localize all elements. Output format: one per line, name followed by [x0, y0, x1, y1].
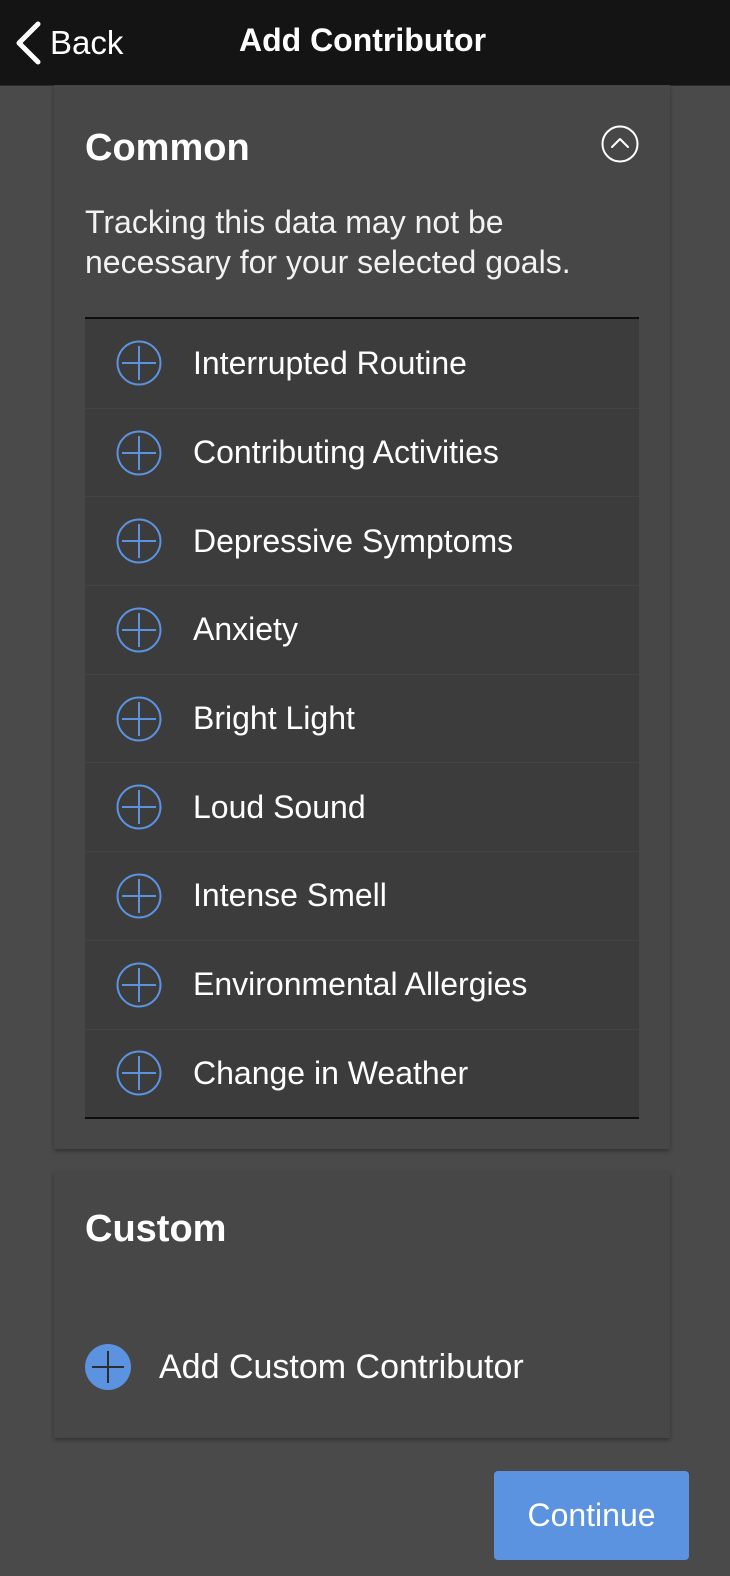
custom-section-title: Custom [85, 1208, 227, 1250]
list-item-interrupted-routine[interactable]: Interrupted Routine [85, 319, 639, 408]
plus-circle-icon [116, 518, 162, 564]
add-custom-contributor-button[interactable]: Add Custom Contributor [85, 1344, 524, 1390]
plus-filled-circle-icon [85, 1344, 131, 1390]
list-item-label: Interrupted Routine [193, 344, 467, 381]
list-item-depressive-symptoms[interactable]: Depressive Symptoms [85, 496, 639, 585]
custom-section-card: Custom Add Custom Contributor [54, 1172, 670, 1438]
list-item-bright-light[interactable]: Bright Light [85, 673, 639, 763]
common-section-description: Tracking this data may not be necessary … [85, 204, 571, 280]
plus-circle-icon [116, 1050, 162, 1096]
add-custom-contributor-label: Add Custom Contributor [159, 1347, 524, 1386]
plus-circle-icon [116, 962, 162, 1008]
list-item-change-in-weather[interactable]: Change in Weather [85, 1028, 639, 1118]
list-item-label: Contributing Activities [193, 434, 499, 471]
collapse-button[interactable] [601, 125, 639, 163]
plus-circle-icon [116, 607, 162, 653]
plus-circle-icon [116, 430, 162, 476]
list-item-label: Intense Smell [193, 877, 387, 914]
chevron-up-circle-icon [601, 125, 639, 163]
plus-circle-icon [116, 873, 162, 919]
plus-circle-icon [116, 784, 162, 830]
list-item-label: Change in Weather [193, 1054, 469, 1091]
list-item-contributing-activities[interactable]: Contributing Activities [85, 407, 639, 497]
list-item-label: Depressive Symptoms [193, 522, 514, 559]
list-item-label: Bright Light [193, 700, 355, 737]
list-item-loud-sound[interactable]: Loud Sound [85, 762, 639, 851]
list-item-label: Loud Sound [193, 788, 366, 825]
list-item-label: Environmental Allergies [193, 966, 528, 1003]
list-item-intense-smell[interactable]: Intense Smell [85, 851, 639, 940]
list-item-environmental-allergies[interactable]: Environmental Allergies [85, 939, 639, 1029]
plus-circle-icon [116, 696, 162, 742]
list-item-anxiety[interactable]: Anxiety [85, 585, 639, 674]
common-contributor-list: Interrupted Routine Contributing Activit… [85, 317, 639, 1120]
common-section-title: Common [85, 127, 250, 169]
navigation-bar: Back Add Contributor [0, 0, 730, 86]
page-title: Add Contributor [238, 22, 487, 58]
list-item-label: Anxiety [193, 611, 298, 648]
continue-button[interactable]: Continue [494, 1471, 689, 1560]
common-section-card: Common Tracking this data may not be nec… [54, 85, 670, 1149]
plus-circle-icon [116, 340, 162, 386]
